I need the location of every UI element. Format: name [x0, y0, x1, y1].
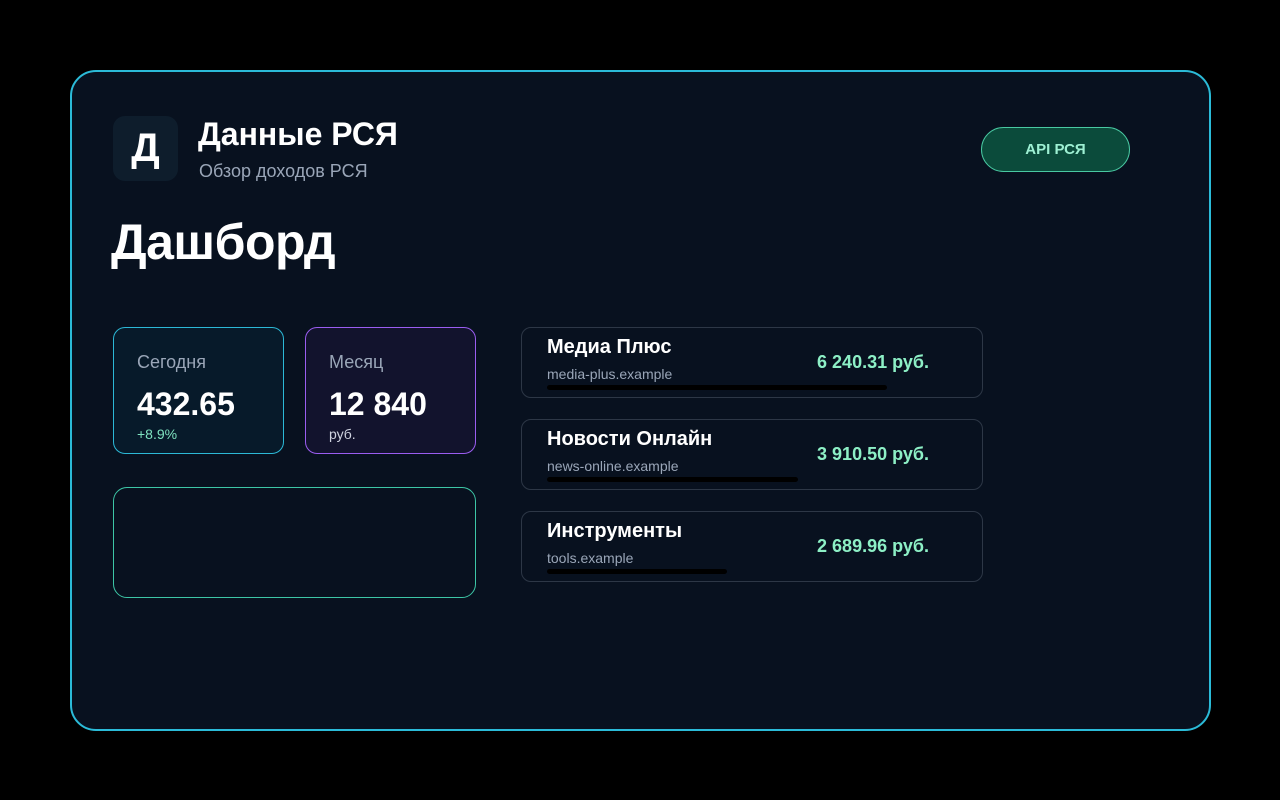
- page-title: Дашборд: [111, 214, 336, 270]
- site-amount: 3 910.50 руб.: [817, 444, 929, 464]
- site-name: Медиа Плюс: [547, 336, 672, 358]
- stat-label: Сегодня: [137, 352, 206, 372]
- stat-card-month: Месяц 12 840 руб.: [305, 327, 476, 454]
- stat-card-today: Сегодня 432.65 +8.9%: [113, 327, 284, 454]
- site-domain: media-plus.example: [547, 366, 673, 382]
- site-row-media-plus[interactable]: Медиа Плюс media-plus.example 6 240.31 р…: [521, 327, 983, 398]
- site-share-fill: [547, 385, 887, 390]
- empty-panel: [113, 487, 476, 598]
- site-share-fill: [547, 477, 798, 482]
- site-amount: 2 689.96 руб.: [817, 536, 929, 556]
- site-name: Инструменты: [547, 520, 683, 542]
- site-share-fill: [547, 569, 728, 574]
- stat-value: 432.65: [137, 386, 235, 422]
- app-title: Данные РСЯ: [198, 116, 398, 152]
- site-name: Новости Онлайн: [547, 428, 713, 450]
- app-logo: Д: [113, 116, 178, 181]
- dashboard-card: Д Данные РСЯ Обзор доходов РСЯ API РСЯ Д…: [70, 70, 1211, 731]
- api-button[interactable]: API РСЯ: [981, 127, 1130, 172]
- app-subtitle: Обзор доходов РСЯ: [199, 161, 368, 181]
- stat-change: +8.9%: [137, 426, 178, 442]
- stat-label: Месяц: [329, 352, 384, 372]
- site-domain: news-online.example: [547, 458, 679, 474]
- stat-value: 12 840: [329, 386, 427, 422]
- stat-unit: руб.: [329, 426, 356, 442]
- site-domain: tools.example: [547, 550, 634, 566]
- logo-letter: Д: [131, 126, 160, 170]
- site-share-bar: [547, 569, 887, 574]
- site-row-tools[interactable]: Инструменты tools.example 2 689.96 руб.: [521, 511, 983, 582]
- site-share-bar: [547, 477, 887, 482]
- site-amount: 6 240.31 руб.: [817, 352, 929, 372]
- site-row-news-online[interactable]: Новости Онлайн news-online.example 3 910…: [521, 419, 983, 490]
- site-share-bar: [547, 385, 887, 390]
